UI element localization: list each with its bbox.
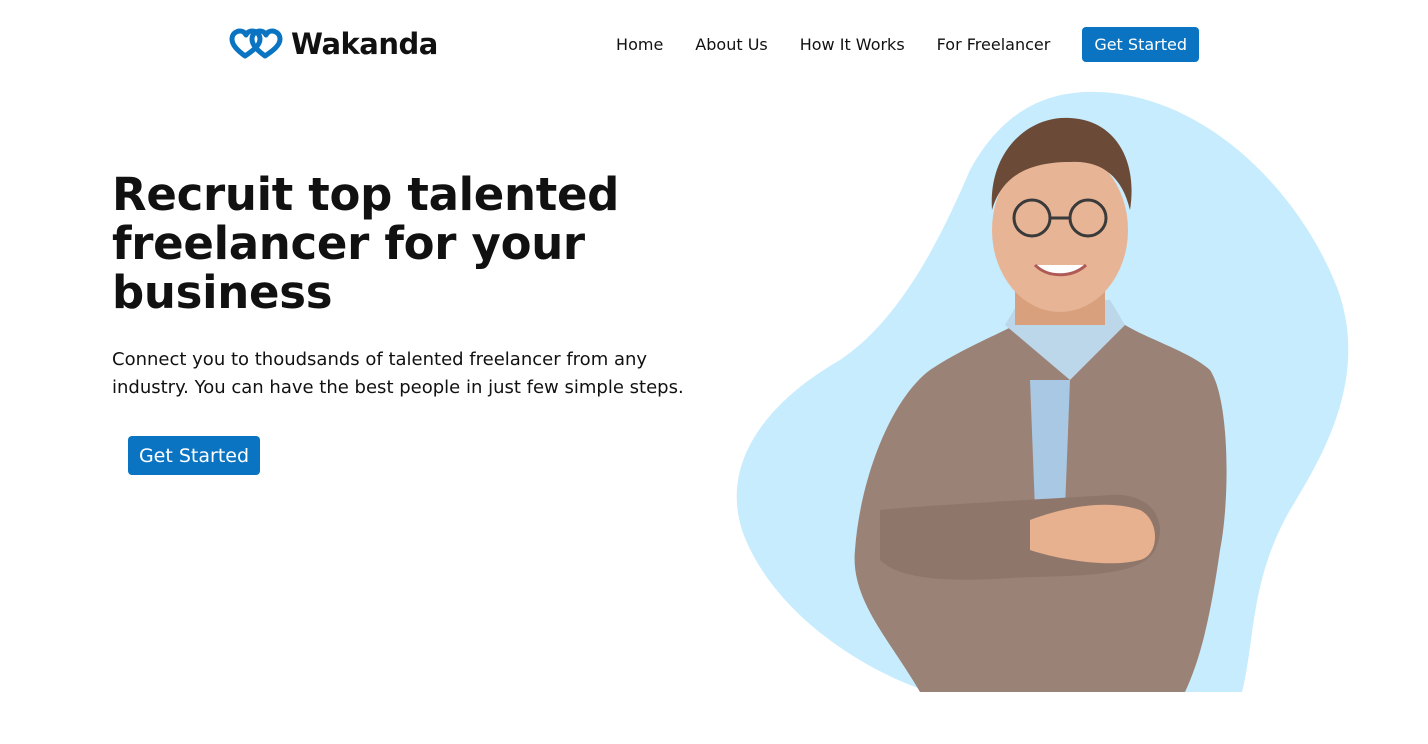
brand-logo[interactable]: Wakanda: [229, 26, 438, 62]
nav-about-link[interactable]: About Us: [695, 35, 767, 54]
nav-how-it-works-link[interactable]: How It Works: [800, 35, 905, 54]
hearts-logo-icon: [229, 28, 283, 59]
main-nav: Home About Us How It Works For Freelance…: [616, 27, 1199, 62]
hero-illustration: [736, 91, 1349, 693]
hero-get-started-button[interactable]: Get Started: [128, 436, 260, 475]
nav-get-started-button[interactable]: Get Started: [1082, 27, 1199, 62]
hero-subtitle: Connect you to thoudsands of talented fr…: [112, 349, 684, 398]
nav-home-link[interactable]: Home: [616, 35, 663, 54]
brand-name: Wakanda: [291, 27, 438, 61]
hero-title: Recruit top talented freelancer for your…: [112, 168, 620, 319]
nav-for-freelancer-link[interactable]: For Freelancer: [937, 35, 1051, 54]
